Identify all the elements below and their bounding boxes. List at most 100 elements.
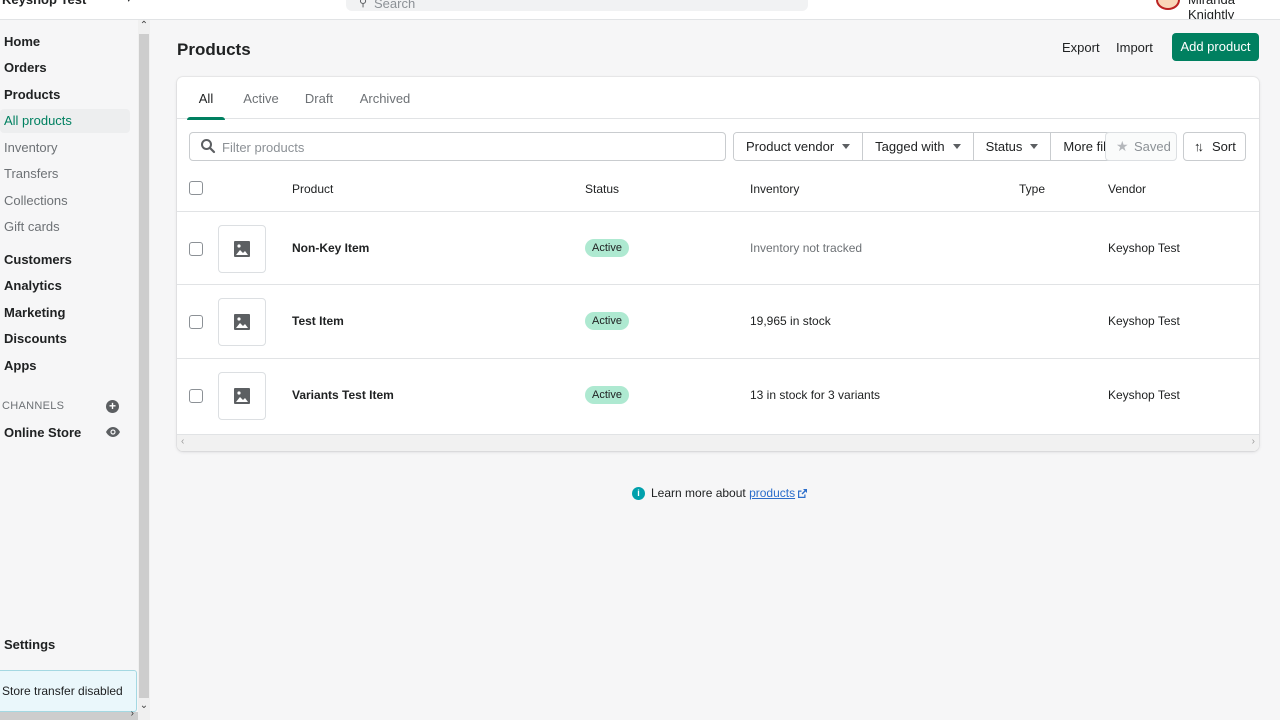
sort-arrows-icon: ↑↓ <box>1194 139 1204 154</box>
vendor-value: Keyshop Test <box>1108 241 1180 255</box>
add-product-button[interactable]: Add product <box>1172 33 1259 61</box>
product-name[interactable]: Non-Key Item <box>292 241 369 255</box>
product-thumbnail[interactable] <box>218 298 266 346</box>
status-badge: Active <box>585 239 629 257</box>
product-name[interactable]: Variants Test Item <box>292 388 394 402</box>
product-vendor-filter[interactable]: Product vendor <box>734 133 864 160</box>
tab-active[interactable]: Active <box>237 77 285 119</box>
status-badge: Active <box>585 312 629 330</box>
vendor-value: Keyshop Test <box>1108 314 1180 328</box>
store-transfer-banner: Store transfer disabled <box>0 670 137 712</box>
select-all-checkbox[interactable] <box>189 181 203 195</box>
search-icon: ⚲ <box>359 0 368 9</box>
column-header-type[interactable]: Type <box>1019 182 1045 196</box>
scroll-right-icon[interactable]: › <box>1252 436 1255 447</box>
row-checkbox[interactable] <box>189 315 203 329</box>
scrollbar-thumb[interactable] <box>139 34 149 698</box>
import-button[interactable]: Import <box>1116 40 1153 55</box>
tab-all[interactable]: All <box>187 77 225 120</box>
image-placeholder-icon <box>234 241 250 257</box>
product-thumbnail[interactable] <box>218 225 266 273</box>
global-search-input[interactable]: ⚲ Search <box>346 0 808 11</box>
products-help-link[interactable]: products <box>749 486 795 500</box>
sidebar-item-home[interactable]: Home <box>0 30 130 54</box>
scroll-left-icon[interactable]: ‹ <box>181 436 184 447</box>
inventory-value: 19,965 in stock <box>750 314 831 328</box>
row-checkbox[interactable] <box>189 242 203 256</box>
column-header-vendor[interactable]: Vendor <box>1108 182 1146 196</box>
status-tabs: All Active Draft Archived <box>177 77 1259 120</box>
saved-button[interactable]: ★ Saved <box>1105 132 1177 161</box>
chevron-down-icon[interactable]: ▾ <box>126 0 132 5</box>
filter-products-input[interactable] <box>222 137 712 157</box>
inventory-value: 13 in stock for 3 variants <box>750 388 881 402</box>
sort-button[interactable]: ↑↓ Sort <box>1183 132 1246 161</box>
external-link-icon <box>798 489 808 499</box>
info-icon: i <box>632 487 645 501</box>
star-icon: ★ <box>1116 138 1129 154</box>
sidebar-item-discounts[interactable]: Discounts <box>0 327 130 351</box>
global-search-placeholder: Search <box>374 0 416 11</box>
tagged-with-label: Tagged with <box>875 139 945 154</box>
tagged-with-filter[interactable]: Tagged with <box>863 133 974 160</box>
export-button[interactable]: Export <box>1062 40 1100 55</box>
filter-products-field[interactable] <box>189 132 726 161</box>
sidebar-item-customers[interactable]: Customers <box>0 248 130 272</box>
caret-down-icon <box>952 144 961 150</box>
row-checkbox[interactable] <box>189 389 203 403</box>
sidebar-item-collections[interactable]: Collections <box>0 189 130 213</box>
image-placeholder-icon <box>234 314 250 330</box>
products-card: All Active Draft Archived Product vendor… <box>177 77 1259 451</box>
scroll-down-icon[interactable]: ⌄ <box>139 700 149 711</box>
saved-label: Saved <box>1134 139 1171 154</box>
tab-archived[interactable]: Archived <box>357 77 413 119</box>
status-filter[interactable]: Status <box>973 133 1052 160</box>
product-name[interactable]: Test Item <box>292 314 344 328</box>
sidebar-item-analytics[interactable]: Analytics <box>0 274 130 298</box>
status-badge: Active <box>585 386 629 404</box>
learn-more-footer: i Learn more about products <box>632 486 808 501</box>
learn-more-text: Learn more about <box>651 486 750 500</box>
store-name[interactable]: Keyshop Test <box>2 0 86 7</box>
scroll-up-icon[interactable]: ⌃ <box>139 20 149 31</box>
tab-draft[interactable]: Draft <box>299 77 339 119</box>
sidebar-horizontal-scrollbar[interactable]: › <box>0 708 138 720</box>
column-header-product[interactable]: Product <box>292 182 333 196</box>
channels-heading: CHANNELS <box>2 400 65 412</box>
product-vendor-label: Product vendor <box>746 139 835 154</box>
column-header-inventory[interactable]: Inventory <box>750 182 799 196</box>
top-bar: Keyshop Test ▾ ⚲ Search Miranda Knightly <box>0 0 1280 20</box>
sidebar-item-marketing[interactable]: Marketing <box>0 301 130 325</box>
sidebar-item-inventory[interactable]: Inventory <box>0 136 130 160</box>
column-header-status[interactable]: Status <box>585 182 619 196</box>
table-row[interactable]: Test Item Active 19,965 in stock Keyshop… <box>177 284 1259 357</box>
sidebar-item-transfers[interactable]: Transfers <box>0 162 130 186</box>
table-horizontal-scrollbar[interactable]: ‹ › <box>177 434 1259 451</box>
sidebar: Home Orders Products All products Invent… <box>0 20 138 720</box>
table-row[interactable]: Variants Test Item Active 13 in stock fo… <box>177 358 1259 431</box>
inventory-value: Inventory not tracked <box>750 241 863 255</box>
avatar[interactable] <box>1156 0 1180 10</box>
page-title: Products <box>177 40 251 59</box>
sidebar-item-settings[interactable]: Settings <box>0 633 130 657</box>
sort-label: Sort <box>1212 139 1236 154</box>
add-channel-icon[interactable]: + <box>106 400 119 413</box>
user-name[interactable]: Miranda Knightly <box>1188 0 1280 19</box>
vendor-value: Keyshop Test <box>1108 388 1180 402</box>
filter-button-group: Product vendor Tagged with Status More f… <box>733 132 1141 161</box>
image-placeholder-icon <box>234 388 250 404</box>
sidebar-item-products[interactable]: Products <box>0 83 130 107</box>
search-icon <box>201 139 216 154</box>
table-row[interactable]: Non-Key Item Active Inventory not tracke… <box>177 211 1259 284</box>
sidebar-item-gift-cards[interactable]: Gift cards <box>0 215 130 239</box>
caret-down-icon <box>842 144 851 150</box>
sidebar-vertical-scrollbar[interactable]: ⌃ ⌄ <box>138 20 150 720</box>
product-thumbnail[interactable] <box>218 372 266 420</box>
eye-icon[interactable] <box>106 427 120 437</box>
caret-down-icon <box>1030 144 1039 150</box>
scroll-right-icon[interactable]: › <box>131 708 134 719</box>
status-filter-label: Status <box>985 139 1023 154</box>
sidebar-item-apps[interactable]: Apps <box>0 354 130 378</box>
sidebar-item-all-products[interactable]: All products <box>0 109 130 133</box>
sidebar-item-orders[interactable]: Orders <box>0 56 130 80</box>
